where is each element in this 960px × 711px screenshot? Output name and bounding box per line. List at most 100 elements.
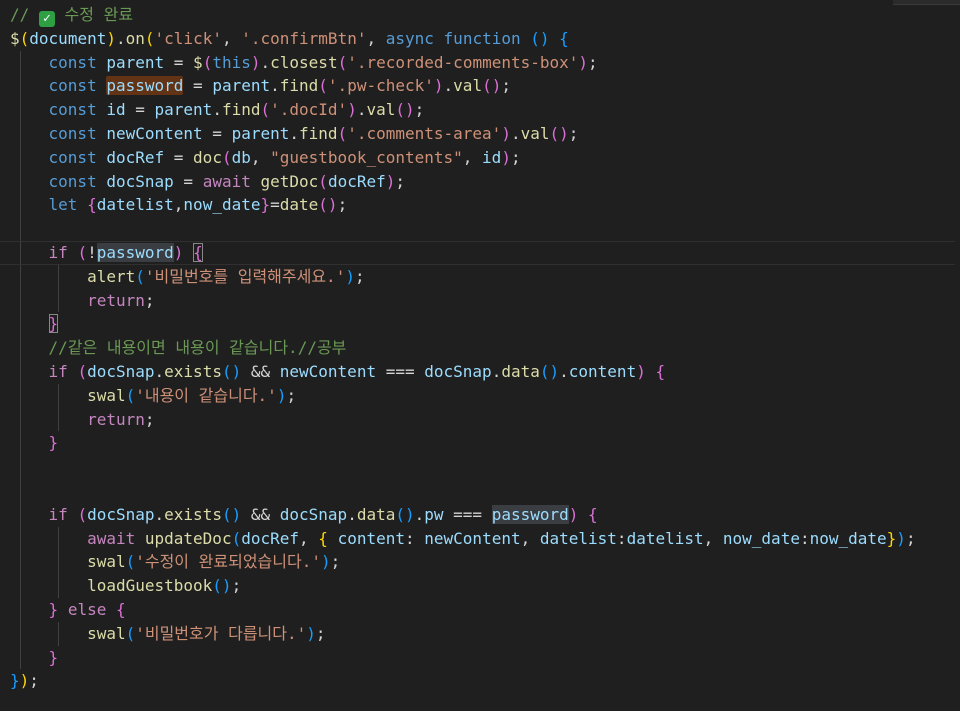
code-token: } (48, 647, 59, 667)
code-token: const (48, 100, 97, 120)
code-token: ; (29, 671, 39, 691)
code-token: data (356, 504, 396, 524)
indent-guide (20, 455, 21, 479)
code-line[interactable]: const parent = $(this).closest('.recorde… (10, 50, 955, 75)
code-line[interactable]: loadGuestbook(); (10, 574, 955, 598)
code-line[interactable]: } (10, 645, 955, 670)
code-token: . (510, 123, 521, 143)
code-token: { (87, 195, 97, 215)
code-token: ( (125, 552, 136, 572)
code-token: ; (905, 528, 916, 548)
code-token: = (173, 171, 203, 191)
code-token: swal (87, 623, 126, 643)
code-token: ( (77, 361, 88, 381)
code-token: ( (260, 100, 271, 120)
code-line[interactable]: swal('비밀번호가 다릅니다.'); (10, 621, 955, 646)
code-line[interactable]: }); (10, 669, 955, 693)
code-line[interactable] (10, 455, 955, 479)
code-line[interactable]: swal('수정이 완료되었습니다.'); (10, 550, 955, 575)
indent-guide (58, 288, 59, 313)
code-line[interactable]: } else { (10, 597, 955, 622)
indent-guide (58, 550, 59, 575)
code-lines[interactable]: // ✓ 수정 완료 $(document).on('click', '.con… (0, 3, 955, 693)
code-line-comment-heading[interactable]: // ✓ 수정 완료 (10, 3, 955, 27)
code-line[interactable]: //같은 내용이면 내용이 같습니다.//공부 (10, 336, 955, 360)
code-token: docRef (106, 147, 165, 167)
code-token: : (405, 528, 425, 548)
code-token: ) (19, 671, 30, 691)
code-token: ; (286, 385, 297, 405)
code-token: , (173, 195, 184, 215)
code-token: ) (433, 76, 444, 96)
code-token: password (491, 504, 569, 524)
code-token: && (241, 361, 280, 381)
code-token: ; (144, 290, 155, 310)
code-token: if (48, 361, 68, 381)
code-line[interactable]: return; (10, 288, 955, 313)
code-token: ( (221, 147, 232, 167)
code-line[interactable]: } (10, 312, 955, 337)
code-token: swal (87, 385, 126, 405)
code-token: function (443, 28, 521, 48)
code-token: = (164, 147, 194, 167)
code-token: . (260, 52, 271, 72)
code-token: () (395, 100, 415, 120)
code-token: ( (337, 123, 348, 143)
code-token: document (29, 28, 107, 48)
code-token: parent (154, 100, 213, 120)
code-token: parent (212, 76, 271, 96)
code-token: ) (501, 123, 511, 143)
code-token: const (48, 76, 97, 96)
code-line[interactable]: const docSnap = await getDoc(docRef); (10, 169, 955, 194)
code-line[interactable] (10, 217, 955, 241)
code-line[interactable]: const id = parent.find('.docId').val(); (10, 98, 955, 122)
indent-guide (20, 193, 21, 218)
code-token: } (48, 314, 59, 334)
code-line[interactable]: if (!password) { (0, 240, 955, 265)
code-line[interactable]: const password = parent.find('.pw-check'… (10, 74, 955, 99)
code-token: && (241, 504, 280, 524)
code-token: ( (125, 385, 136, 405)
code-token: '비밀번호를 입력해주세요.' (144, 266, 346, 286)
code-line[interactable]: let {datelist,now_date}=date(); (10, 193, 955, 218)
code-line[interactable]: alert('비밀번호를 입력해주세요.'); (10, 264, 955, 289)
code-token: docSnap (424, 361, 492, 381)
code-line[interactable]: await updateDoc(docRef, { content: newCo… (10, 526, 955, 551)
code-token: content (568, 361, 637, 381)
code-token: () (221, 361, 242, 381)
indent-guide (20, 312, 21, 337)
code-line[interactable]: const newContent = parent.find('.comment… (10, 121, 955, 146)
code-line[interactable]: swal('내용이 같습니다.'); (10, 383, 955, 408)
code-token: '.confirmBtn' (241, 28, 367, 48)
code-line[interactable]: $(document).on('click', '.confirmBtn', a… (10, 27, 955, 51)
indent-guide (20, 217, 21, 241)
code-line[interactable]: return; (10, 407, 955, 432)
code-editor[interactable]: // ✓ 수정 완료 $(document).on('click', '.con… (0, 0, 960, 711)
code-line[interactable]: } (10, 431, 955, 456)
code-token: const (48, 171, 97, 191)
code-line[interactable]: if (docSnap.exists() && newContent === d… (10, 359, 955, 384)
code-token: ( (125, 623, 136, 643)
code-token: loadGuestbook (87, 576, 213, 596)
code-token: } (886, 528, 897, 548)
code-token: exists (164, 361, 222, 381)
code-token: parent (106, 52, 165, 72)
code-line[interactable]: const docRef = doc(db, "guestbook_conten… (10, 145, 955, 170)
code-line[interactable]: if (docSnap.exists() && docSnap.data().p… (10, 502, 955, 527)
code-line[interactable] (10, 478, 955, 503)
code-token: find (279, 76, 319, 96)
code-token: val (520, 123, 550, 143)
code-token: ) (320, 552, 331, 572)
code-token: ) (896, 528, 906, 548)
code-token: () (212, 576, 232, 596)
